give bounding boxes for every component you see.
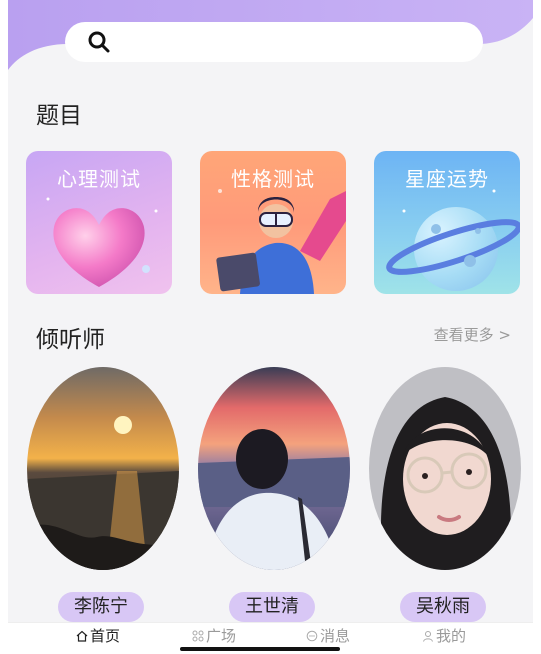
grid-icon (192, 630, 204, 641)
topic-label: 心理测试 (57, 167, 141, 191)
topic-label: 星座运势 (405, 167, 489, 191)
counselors-title: 倾听师 (36, 327, 105, 353)
tab-label: 我的 (436, 627, 467, 645)
topic-card-personality[interactable]: 性格测试 (200, 151, 346, 294)
topic-card-horoscope[interactable]: 星座运势 (374, 151, 520, 294)
tab-label: 首页 (90, 627, 121, 645)
tab-label: 广场 (206, 627, 237, 645)
tab-profile[interactable]: 我的 (422, 625, 466, 646)
see-more-link[interactable]: 查看更多 > (434, 324, 511, 345)
counselor-card[interactable]: 吴秋雨 (369, 367, 521, 622)
counselor-card[interactable]: 王世清 (198, 367, 350, 622)
man-at-sea-photo (198, 367, 350, 570)
home-icon (76, 630, 88, 642)
counselor-name: 吴秋雨 (400, 592, 486, 622)
avatar (27, 367, 179, 570)
topics-title: 题目 (36, 103, 82, 129)
chat-icon (306, 630, 318, 641)
counselor-card[interactable]: 李陈宁 (27, 367, 179, 622)
search-icon (88, 31, 110, 53)
tab-label: 消息 (320, 627, 351, 645)
girl-glasses-photo (369, 367, 521, 570)
topic-card-psychology[interactable]: 心理测试 (26, 151, 172, 294)
home-indicator[interactable] (180, 647, 340, 651)
counselor-name: 王世清 (229, 592, 315, 622)
tab-square[interactable]: 广场 (192, 625, 236, 646)
tab-home[interactable]: 首页 (76, 625, 120, 646)
topics-list: 心理测试 性格测试 星座运势 (26, 151, 521, 294)
sunset-sea-photo (27, 367, 179, 570)
search-bar[interactable] (65, 22, 483, 62)
user-icon (423, 630, 433, 642)
counselor-name: 李陈宁 (58, 592, 144, 622)
app-screen: 题目 心理测试 性格测试 星座运势 倾听师 查看更多 > 李陈宁 王世清 吴秋雨… (8, 0, 533, 654)
avatar (369, 367, 521, 570)
avatar (198, 367, 350, 570)
tab-messages[interactable]: 消息 (306, 625, 350, 646)
topic-label: 性格测试 (231, 167, 315, 191)
